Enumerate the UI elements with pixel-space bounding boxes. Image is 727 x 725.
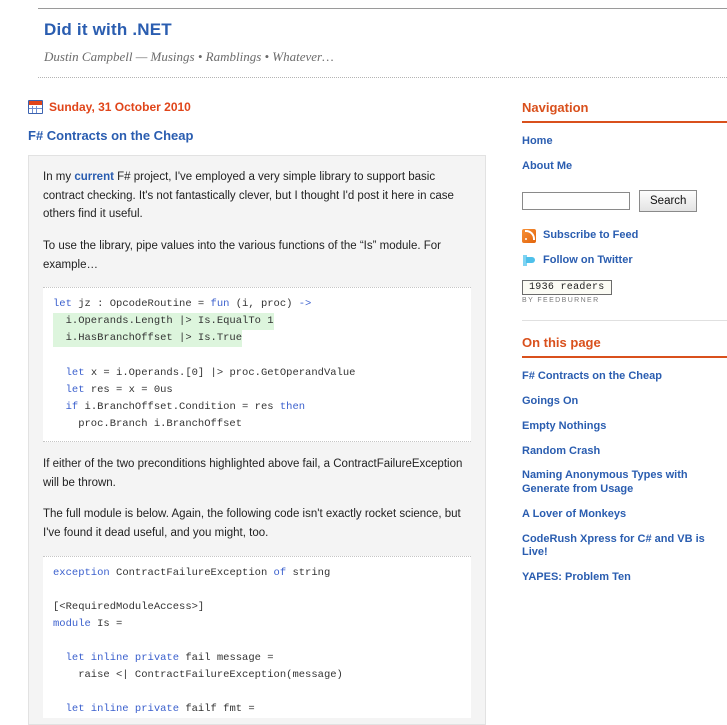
onpage-link-7[interactable]: YAPES: Problem Ten — [522, 571, 727, 585]
top-divider — [38, 8, 727, 9]
code-keyword: let — [53, 383, 85, 396]
code-text: raise <| ContractFailureException(messag… — [53, 669, 343, 682]
code-keyword-module: module — [53, 617, 91, 630]
code-attribute: [<RequiredModuleAccess>] — [53, 600, 205, 613]
blog-page: Did it with .NET Dustin Campbell — Musin… — [0, 0, 727, 725]
post-body: In my current F# project, I've employed … — [28, 155, 486, 725]
search-row: Search — [522, 189, 727, 212]
code-text: x = i.Operands.[0] |> proc.GetOperandVal… — [84, 366, 356, 379]
code-keyword-fun: fun — [210, 298, 230, 311]
code-keyword: let inline private — [53, 652, 180, 665]
code-text: (i, proc) — [229, 298, 299, 311]
code-highlight-line-1: i.Operands.Length |> Is.EqualTo 1 — [53, 313, 274, 331]
site-title[interactable]: Did it with .NET — [44, 20, 514, 40]
code-text: res = x = 0us — [84, 383, 173, 396]
code-text: Is = — [90, 617, 123, 630]
code-keyword-of: of — [273, 566, 287, 579]
post-date-text: Sunday, 31 October 2010 — [49, 100, 191, 114]
post-paragraph-3: If either of the two preconditions highl… — [43, 458, 463, 489]
feedburner-reader-count: 1936 readers — [522, 280, 612, 296]
code-text: fail message = — [179, 652, 274, 665]
code-block-module: exception ContractFailureException of st… — [43, 555, 471, 719]
sidebar-item-home[interactable]: Home — [522, 135, 727, 149]
post-paragraph-2: To use the library, pipe values into the… — [43, 239, 442, 271]
on-this-page-section: On this page F# Contracts on the Cheap G… — [522, 335, 727, 585]
onpage-link-6[interactable]: CodeRush Xpress for C# and VB is Live! — [522, 533, 727, 561]
search-input[interactable] — [522, 191, 630, 210]
navigation-heading-rule — [522, 121, 727, 123]
code-keyword: let inline private — [53, 703, 180, 716]
code-text: failf fmt = — [179, 703, 255, 716]
feedburner-attribution: BY FEEDBURNER — [522, 297, 600, 305]
onpage-link-3[interactable]: Random Crash — [522, 445, 727, 459]
subscribe-feed-row[interactable]: Subscribe to Feed — [522, 228, 727, 243]
code-keyword-let: let — [53, 298, 72, 311]
sidebar-item-about-me[interactable]: About Me — [522, 160, 727, 174]
onpage-link-1[interactable]: Goings On — [522, 395, 727, 409]
header-dotted-divider — [38, 77, 727, 78]
subscribe-to-feed-link[interactable]: Subscribe to Feed — [543, 229, 638, 243]
rss-icon — [522, 228, 536, 243]
code-text: jz : OpcodeRoutine = — [71, 298, 211, 311]
code-keyword-exception: exception — [53, 566, 110, 579]
follow-twitter-row[interactable]: Follow on Twitter — [522, 254, 727, 268]
code-keyword: if — [53, 400, 79, 413]
para1-lead: In my — [43, 171, 75, 183]
on-this-page-heading: On this page — [522, 335, 601, 351]
code-keyword: let — [53, 366, 85, 379]
twitter-bird-icon — [522, 254, 536, 267]
onpage-link-5[interactable]: A Lover of Monkeys — [522, 508, 727, 522]
calendar-icon — [28, 100, 43, 114]
sidebar: Navigation Home About Me Search Subscrib… — [522, 100, 727, 596]
search-button[interactable]: Search — [639, 189, 698, 212]
onpage-link-2[interactable]: Empty Nothings — [522, 420, 727, 434]
sidebar-divider — [522, 320, 727, 322]
code-keyword-then: then — [279, 400, 306, 413]
main-column: Sunday, 31 October 2010 F# Contracts on … — [28, 100, 498, 725]
onpage-link-4[interactable]: Naming Anonymous Types with Generate fro… — [522, 469, 727, 497]
post-title[interactable]: F# Contracts on the Cheap — [28, 128, 498, 143]
site-tagline: Dustin Campbell — Musings • Ramblings • … — [44, 49, 334, 64]
post-date-row: Sunday, 31 October 2010 — [28, 100, 498, 114]
code-text: i.BranchOffset.Condition = res — [78, 400, 280, 413]
current-project-link[interactable]: current — [74, 171, 114, 183]
code-text: proc.Branch i.BranchOffset — [53, 417, 243, 430]
feedburner-badge[interactable]: 1936 readers BY FEEDBURNER — [522, 278, 727, 304]
code-text: string — [286, 566, 331, 579]
post-paragraph-4: The full module is below. Again, the fol… — [43, 508, 461, 539]
navigation-heading: Navigation — [522, 100, 589, 115]
code-arrow: -> — [298, 298, 312, 311]
on-this-page-heading-rule — [522, 356, 727, 359]
site-header: Did it with .NET Dustin Campbell — Musin… — [44, 20, 514, 65]
code-block-example: let jz : OpcodeRoutine = fun (i, proc) -… — [43, 287, 471, 442]
code-highlight-line-2: i.HasBranchOffset |> Is.True — [53, 330, 243, 348]
follow-on-twitter-link[interactable]: Follow on Twitter — [543, 254, 633, 268]
code-text: ContractFailureException — [109, 566, 274, 579]
post-paragraph-1: In my current F# project, I've employed … — [43, 168, 471, 224]
onpage-link-0[interactable]: F# Contracts on the Cheap — [522, 370, 727, 384]
